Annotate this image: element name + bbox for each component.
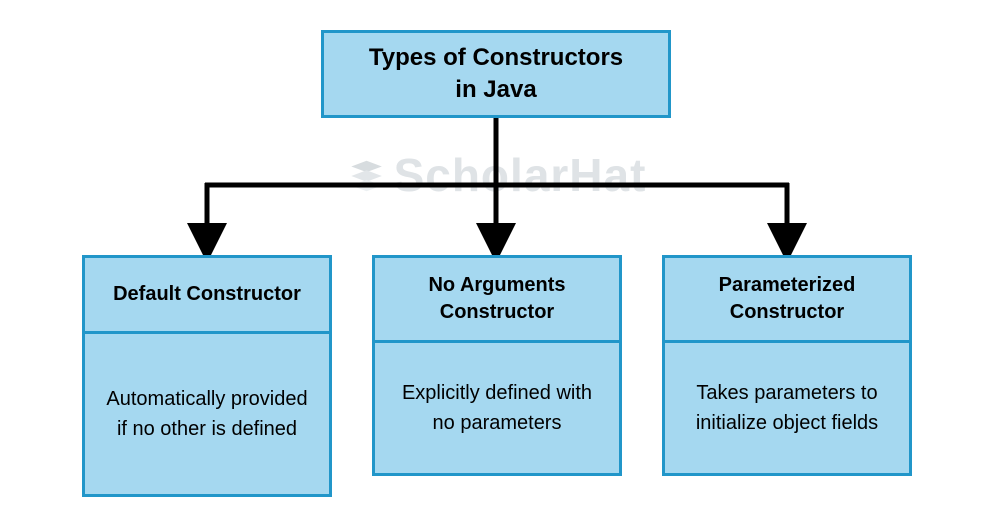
root-title-line2: in Java <box>455 74 536 106</box>
child-description: Explicitly defined with no parameters <box>375 343 619 473</box>
diagram-container: ScholarHat Types of Constructors in Java… <box>0 0 992 527</box>
child-box-no-args-constructor: No Arguments Constructor Explicitly defi… <box>372 255 622 476</box>
child-box-parameterized-constructor: Parameterized Constructor Takes paramete… <box>662 255 912 476</box>
root-box: Types of Constructors in Java <box>321 30 671 118</box>
child-title: Default Constructor <box>85 258 329 334</box>
root-title-line1: Types of Constructors <box>369 42 623 74</box>
child-description: Automatically provided if no other is de… <box>85 334 329 494</box>
child-title: Parameterized Constructor <box>665 258 909 343</box>
child-title: No Arguments Constructor <box>375 258 619 343</box>
child-box-default-constructor: Default Constructor Automatically provid… <box>82 255 332 497</box>
child-description: Takes parameters to initialize object fi… <box>665 343 909 473</box>
